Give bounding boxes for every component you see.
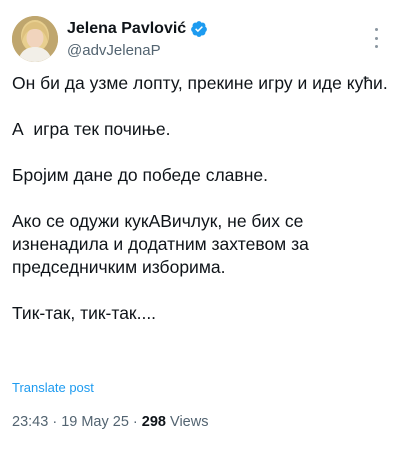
- dot: [374, 36, 378, 40]
- views-count[interactable]: 298: [142, 414, 166, 430]
- post-text: Он би да узме лопту, прекине игру и иде …: [12, 72, 388, 348]
- meta-separator: ·: [48, 414, 62, 430]
- avatar[interactable]: [12, 16, 58, 62]
- avatar-photo: [12, 16, 58, 62]
- post-paragraph: Тик-так, тик-так....: [12, 303, 157, 323]
- display-name[interactable]: Jelena Pavlović: [67, 20, 186, 38]
- post-paragraph: А игра тек почиње.: [12, 119, 171, 139]
- post-paragraph: Бројим дане до победе славне.: [12, 165, 268, 185]
- post-paragraph: Ако се одужи кукАВичлук, не бих се изнен…: [12, 211, 314, 277]
- views-label: Views: [166, 414, 209, 430]
- post-card: Jelena Pavlović @advJelenaP Он би да узм…: [0, 0, 400, 449]
- dot: [374, 28, 378, 31]
- author-names: Jelena Pavlović @advJelenaP: [67, 19, 208, 59]
- meta-separator: ·: [128, 414, 142, 430]
- translate-post-link[interactable]: Translate post: [12, 380, 94, 395]
- verified-badge-icon: [190, 20, 208, 38]
- author-handle[interactable]: @advJelenaP: [67, 42, 208, 59]
- post-time[interactable]: 23:43: [12, 414, 48, 430]
- post-header: Jelena Pavlović @advJelenaP: [12, 16, 388, 64]
- post-date[interactable]: 19 May 25: [61, 414, 129, 430]
- more-vertical-icon[interactable]: [368, 28, 384, 48]
- post-meta: 23:43 · 19 May 25 · 298 Views: [12, 414, 208, 430]
- post-paragraph: Он би да узме лопту, прекине игру и иде …: [12, 73, 388, 93]
- dot: [374, 45, 378, 48]
- display-name-row: Jelena Pavlović: [67, 19, 208, 39]
